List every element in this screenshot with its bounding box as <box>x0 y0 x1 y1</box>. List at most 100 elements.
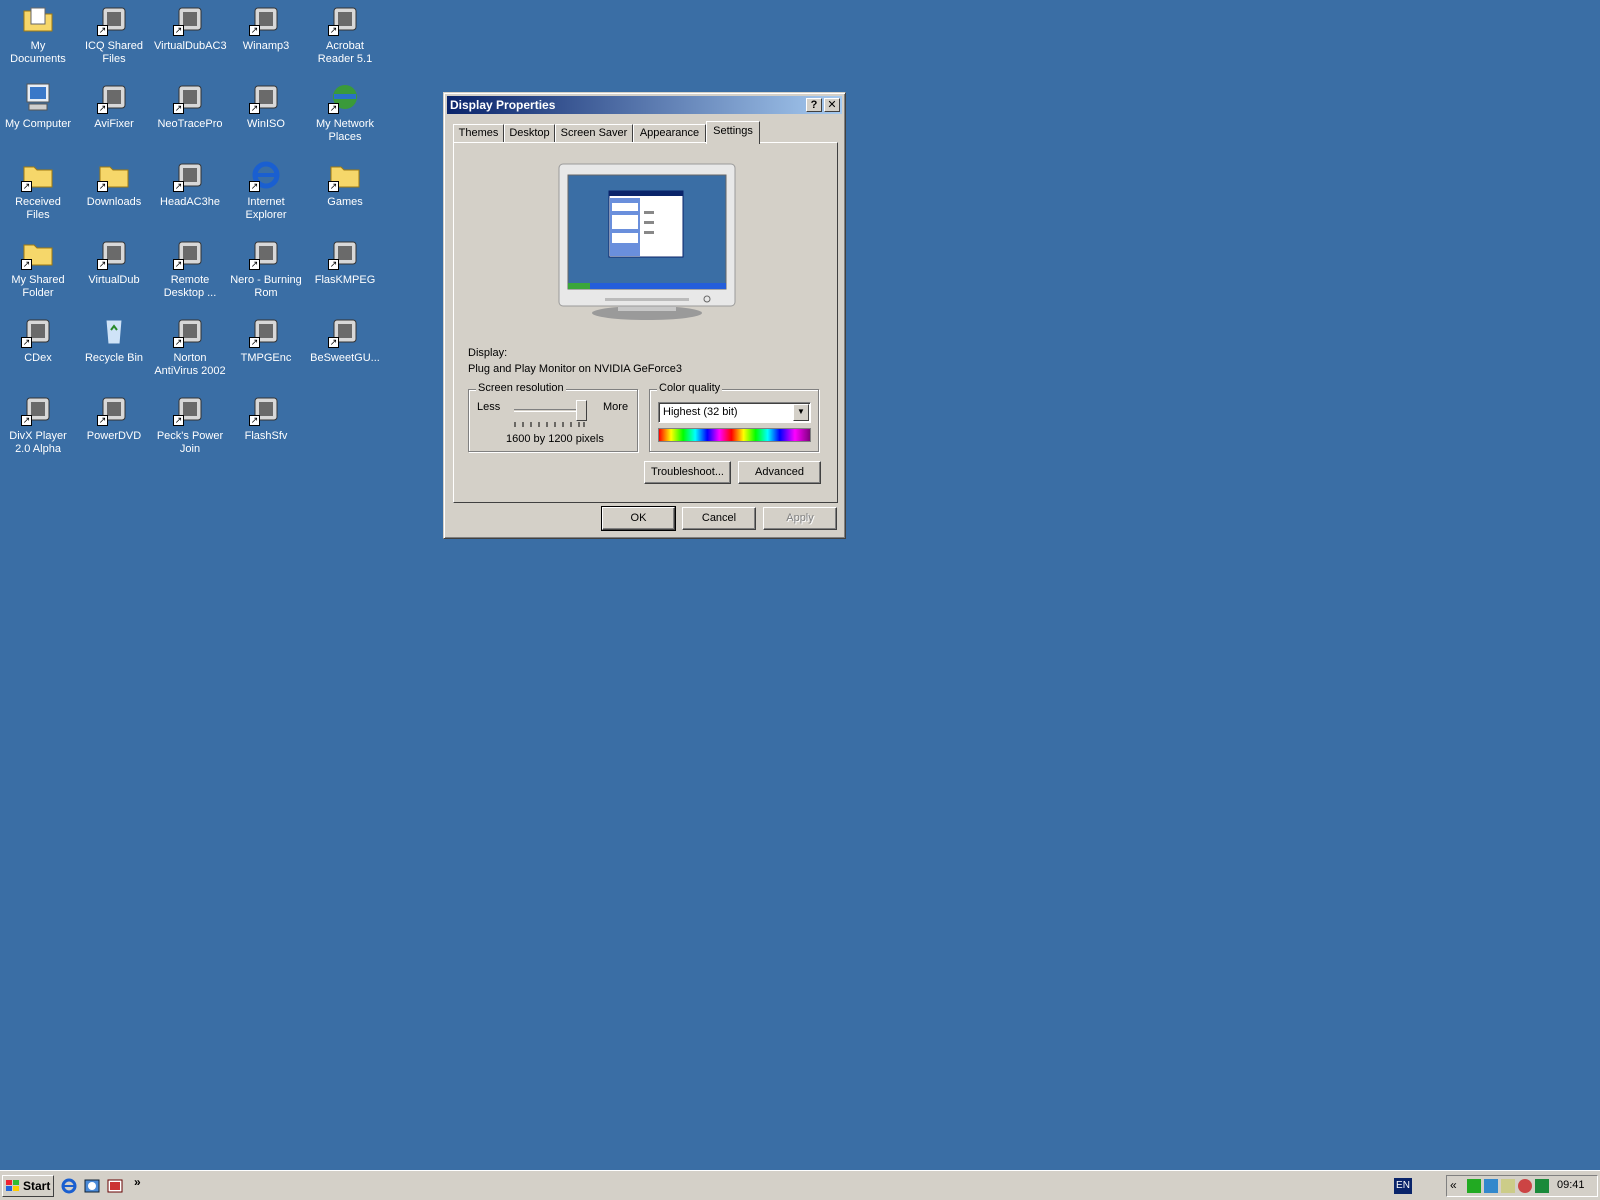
shortcut-arrow-icon: ↗ <box>249 25 260 36</box>
desktop-icon-label: Recycle Bin <box>84 352 144 364</box>
besweet-icon: ↗ <box>328 314 362 348</box>
desktop-icon[interactable]: My Documents <box>0 0 76 66</box>
folder-icon: ↗ <box>21 236 55 270</box>
monitor-preview-icon <box>558 163 736 320</box>
desktop-icon-label: Games <box>327 196 363 208</box>
help-button[interactable]: ? <box>806 98 822 112</box>
desktop-icon[interactable]: ↗ Peck's Power Join <box>152 390 228 456</box>
desktop-icon[interactable]: ↗ NeoTracePro <box>152 78 228 131</box>
desktop-icon[interactable]: ↗ Internet Explorer <box>228 156 304 222</box>
desktop-icon[interactable]: ↗ CDex <box>0 312 76 365</box>
show-desktop-quicklaunch-icon[interactable] <box>107 1178 123 1194</box>
desktop-icon[interactable]: ↗ BeSweetGU... <box>307 312 383 365</box>
desktop-icon-label: HeadAC3he <box>160 196 220 208</box>
tab-desktop[interactable]: Desktop <box>504 124 555 143</box>
shortcut-arrow-icon: ↗ <box>249 259 260 270</box>
chevron-down-icon[interactable]: ▼ <box>793 404 809 421</box>
outlook-express-quicklaunch-icon[interactable] <box>84 1178 100 1194</box>
tab-themes[interactable]: Themes <box>453 124 504 143</box>
shortcut-arrow-icon: ↗ <box>328 103 339 114</box>
apply-button[interactable]: Apply <box>763 507 837 530</box>
ok-button[interactable]: OK <box>601 506 676 531</box>
desktop-icon[interactable]: ↗ WinISO <box>228 78 304 131</box>
desktop-icon[interactable]: ↗ HeadAC3he <box>152 156 228 209</box>
display-properties-window: Display Properties ? ✕ Themes Desktop Sc… <box>443 92 846 539</box>
shortcut-arrow-icon: ↗ <box>97 259 108 270</box>
settings-panel: Display: Plug and Play Monitor on NVIDIA… <box>453 142 838 503</box>
title-bar[interactable]: Display Properties ? ✕ <box>447 96 842 114</box>
desktop-icon[interactable]: ↗ Downloads <box>76 156 152 209</box>
desktop-icon[interactable]: ↗ Received Files <box>0 156 76 222</box>
neotrace-icon: ↗ <box>173 80 207 114</box>
desktop-icon[interactable]: ↗ Acrobat Reader 5.1 <box>307 0 383 66</box>
tray-folder-icon[interactable] <box>1501 1179 1515 1193</box>
desktop-icon[interactable]: ↗ Norton AntiVirus 2002 <box>152 312 228 378</box>
close-button[interactable]: ✕ <box>824 98 840 112</box>
folder-icon: ↗ <box>21 158 55 192</box>
quicklaunch-chevron[interactable]: » <box>134 1175 141 1189</box>
system-tray: « 09:41 <box>1446 1175 1598 1197</box>
tray-app-icon[interactable] <box>1467 1179 1481 1193</box>
desktop-icon[interactable]: ↗ Nero - Burning Rom <box>228 234 304 300</box>
desktop-icon[interactable]: My Computer <box>0 78 76 131</box>
shortcut-arrow-icon: ↗ <box>21 415 32 426</box>
resolution-slider-track[interactable] <box>514 409 584 412</box>
tab-settings[interactable]: Settings <box>706 121 760 144</box>
cancel-button[interactable]: Cancel <box>682 507 756 530</box>
acrobat-icon: ↗ <box>328 2 362 36</box>
desktop-icon[interactable]: ↗ VirtualDub <box>76 234 152 287</box>
powerdvd-icon: ↗ <box>97 392 131 426</box>
windows-logo-icon <box>6 1180 20 1192</box>
clock[interactable]: 09:41 <box>1557 1179 1585 1191</box>
shortcut-arrow-icon: ↗ <box>97 415 108 426</box>
desktop-icon[interactable]: ↗ ICQ Shared Files <box>76 0 152 66</box>
desktop-icon[interactable]: ↗ DivX Player 2.0 Alpha <box>0 390 76 456</box>
tab-appearance[interactable]: Appearance <box>633 124 706 143</box>
desktop-icon[interactable]: ↗ VirtualDubAC3 <box>152 0 228 53</box>
tray-sheet-icon[interactable] <box>1535 1179 1549 1193</box>
desktop-icon-label: Downloads <box>86 196 142 208</box>
desktop-icon[interactable]: Recycle Bin <box>76 312 152 365</box>
start-button[interactable]: Start <box>2 1175 54 1197</box>
desktop-icon-label: Internet Explorer <box>245 196 287 221</box>
desktop-icon-label: Winamp3 <box>242 40 290 52</box>
desktop-icon[interactable]: ↗ Games <box>307 156 383 209</box>
desktop-icon-label: FlashSfv <box>244 430 288 442</box>
desktop-icon[interactable]: ↗ Winamp3 <box>228 0 304 53</box>
resolution-slider-thumb[interactable] <box>576 400 587 421</box>
network-icon[interactable] <box>1484 1179 1498 1193</box>
desktop-icon-label: CDex <box>24 352 52 364</box>
shortcut-arrow-icon: ↗ <box>97 103 108 114</box>
troubleshoot-button[interactable]: Troubleshoot... <box>644 461 731 484</box>
virtualdub-icon: ↗ <box>173 2 207 36</box>
desktop-icon[interactable]: ↗ My Network Places <box>307 78 383 144</box>
tray-expand-chevron[interactable]: « <box>1450 1178 1457 1192</box>
desktop-icon[interactable]: ↗ FlashSfv <box>228 390 304 443</box>
language-indicator[interactable]: EN <box>1394 1178 1412 1194</box>
display-label: Display: <box>468 347 508 359</box>
desktop-icon[interactable]: ↗ FlasKMPEG <box>307 234 383 287</box>
cdex-icon: ↗ <box>21 314 55 348</box>
desktop-icon[interactable]: ↗ TMPGEnc <box>228 312 304 365</box>
advanced-button[interactable]: Advanced <box>738 461 821 484</box>
shortcut-arrow-icon: ↗ <box>97 25 108 36</box>
headac3he-icon: ↗ <box>173 158 207 192</box>
desktop-icon[interactable]: ↗ PowerDVD <box>76 390 152 443</box>
folder-icon: ↗ <box>328 158 362 192</box>
antivirus-icon[interactable] <box>1518 1179 1532 1193</box>
shortcut-arrow-icon: ↗ <box>173 103 184 114</box>
internet-explorer-quicklaunch-icon[interactable] <box>61 1178 77 1194</box>
shortcut-arrow-icon: ↗ <box>173 259 184 270</box>
desktop-icon[interactable]: ↗ My Shared Folder <box>0 234 76 300</box>
shortcut-arrow-icon: ↗ <box>21 337 32 348</box>
tab-screen-saver[interactable]: Screen Saver <box>555 124 633 143</box>
divx-player-icon: ↗ <box>21 392 55 426</box>
shortcut-arrow-icon: ↗ <box>328 337 339 348</box>
desktop-icon-label: Acrobat Reader 5.1 <box>317 40 373 65</box>
desktop-icon[interactable]: ↗ Remote Desktop ... <box>152 234 228 300</box>
desktop-icon[interactable]: ↗ AviFixer <box>76 78 152 131</box>
color-quality-legend: Color quality <box>657 382 723 394</box>
color-quality-select[interactable]: Highest (32 bit) ▼ <box>658 402 811 423</box>
shortcut-arrow-icon: ↗ <box>249 103 260 114</box>
norton-icon: ↗ <box>173 314 207 348</box>
